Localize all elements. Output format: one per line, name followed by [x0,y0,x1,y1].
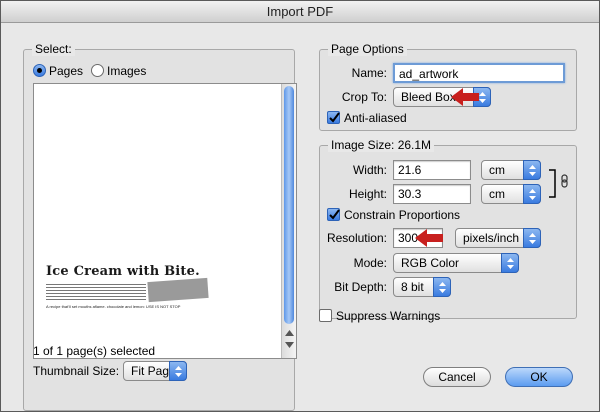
height-unit-popup[interactable]: cm [481,184,541,204]
window-title: Import PDF [1,1,599,23]
preview-scroll-thumb[interactable] [284,86,294,324]
page-heading: Ice Cream with Bite. [46,264,200,279]
selection-status: 1 of 1 page(s) selected [33,344,156,358]
popup-arrows-icon [169,361,187,381]
mode-popup[interactable]: RGB Color [393,253,519,273]
width-unit-popup[interactable]: cm [481,160,541,180]
images-radio[interactable] [91,64,104,77]
page-thumbnail: Ice Cream with Bite. A recipe that'll se… [44,264,276,324]
page-preview[interactable]: Ice Cream with Bite. A recipe that'll se… [33,83,297,359]
scroll-down-icon[interactable] [285,342,294,348]
anti-aliased-label: Anti-aliased [344,111,407,125]
height-unit-value: cm [489,187,505,201]
pages-radio-label: Pages [49,64,84,78]
bit-depth-label: Bit Depth: [334,280,387,294]
annotation-arrow-icon [415,229,443,247]
dialog-content: Select: Pages Images Ice Cream with Bite… [1,23,599,411]
width-unit-value: cm [489,163,505,177]
mode-value: RGB Color [401,256,460,270]
image-size-legend: Image Size: 26.1M [328,138,435,152]
constrain-proportions-label: Constrain Proportions [344,208,461,222]
checkmark-icon [329,112,340,123]
pages-radio[interactable] [33,64,46,77]
bit-depth-value: 8 bit [401,280,424,294]
page-tagline: A recipe that'll set mouths aflame. choc… [46,304,181,309]
popup-arrows-icon [523,184,541,204]
page-image-block [147,277,209,303]
crop-to-label: Crop To: [341,90,387,104]
name-input[interactable]: ad_artwork [393,63,565,83]
width-input[interactable]: 21.6 [393,160,471,180]
name-label: Name: [351,66,387,80]
checkmark-icon [329,209,340,220]
import-pdf-dialog: Import PDF Select: Pages Images Ice Crea… [0,0,600,412]
popup-arrows-icon [523,228,541,248]
height-label: Height: [348,187,387,201]
suppress-warnings-checkbox[interactable] [319,309,332,322]
resolution-label: Resolution: [326,231,387,245]
width-label: Width: [352,163,387,177]
thumbnail-size-label: Thumbnail Size: [33,364,120,378]
preview-scrollbar[interactable] [281,84,296,358]
thumbnail-size-popup[interactable]: Fit Page [123,361,187,381]
select-legend: Select: [32,42,75,56]
suppress-warnings-label: Suppress Warnings [336,309,441,323]
height-input[interactable]: 30.3 [393,184,471,204]
resolution-unit-value: pixels/inch [463,231,520,245]
resolution-unit-popup[interactable]: pixels/inch [455,228,541,248]
annotation-arrow-icon [451,88,479,106]
anti-aliased-checkbox[interactable] [327,111,340,124]
cancel-button[interactable]: Cancel [423,367,491,387]
bit-depth-popup[interactable]: 8 bit [393,277,451,297]
page-body-lines [46,284,146,300]
popup-arrows-icon [433,277,451,297]
constrain-link-icon [549,169,568,198]
page-options-legend: Page Options [328,42,407,56]
crop-to-value: Bleed Box [401,90,456,104]
scroll-up-icon[interactable] [285,330,294,336]
mode-label: Mode: [353,256,387,270]
images-radio-label: Images [107,64,147,78]
popup-arrows-icon [501,253,519,273]
constrain-proportions-checkbox[interactable] [327,208,340,221]
popup-arrows-icon [523,160,541,180]
ok-button[interactable]: OK [505,367,573,387]
